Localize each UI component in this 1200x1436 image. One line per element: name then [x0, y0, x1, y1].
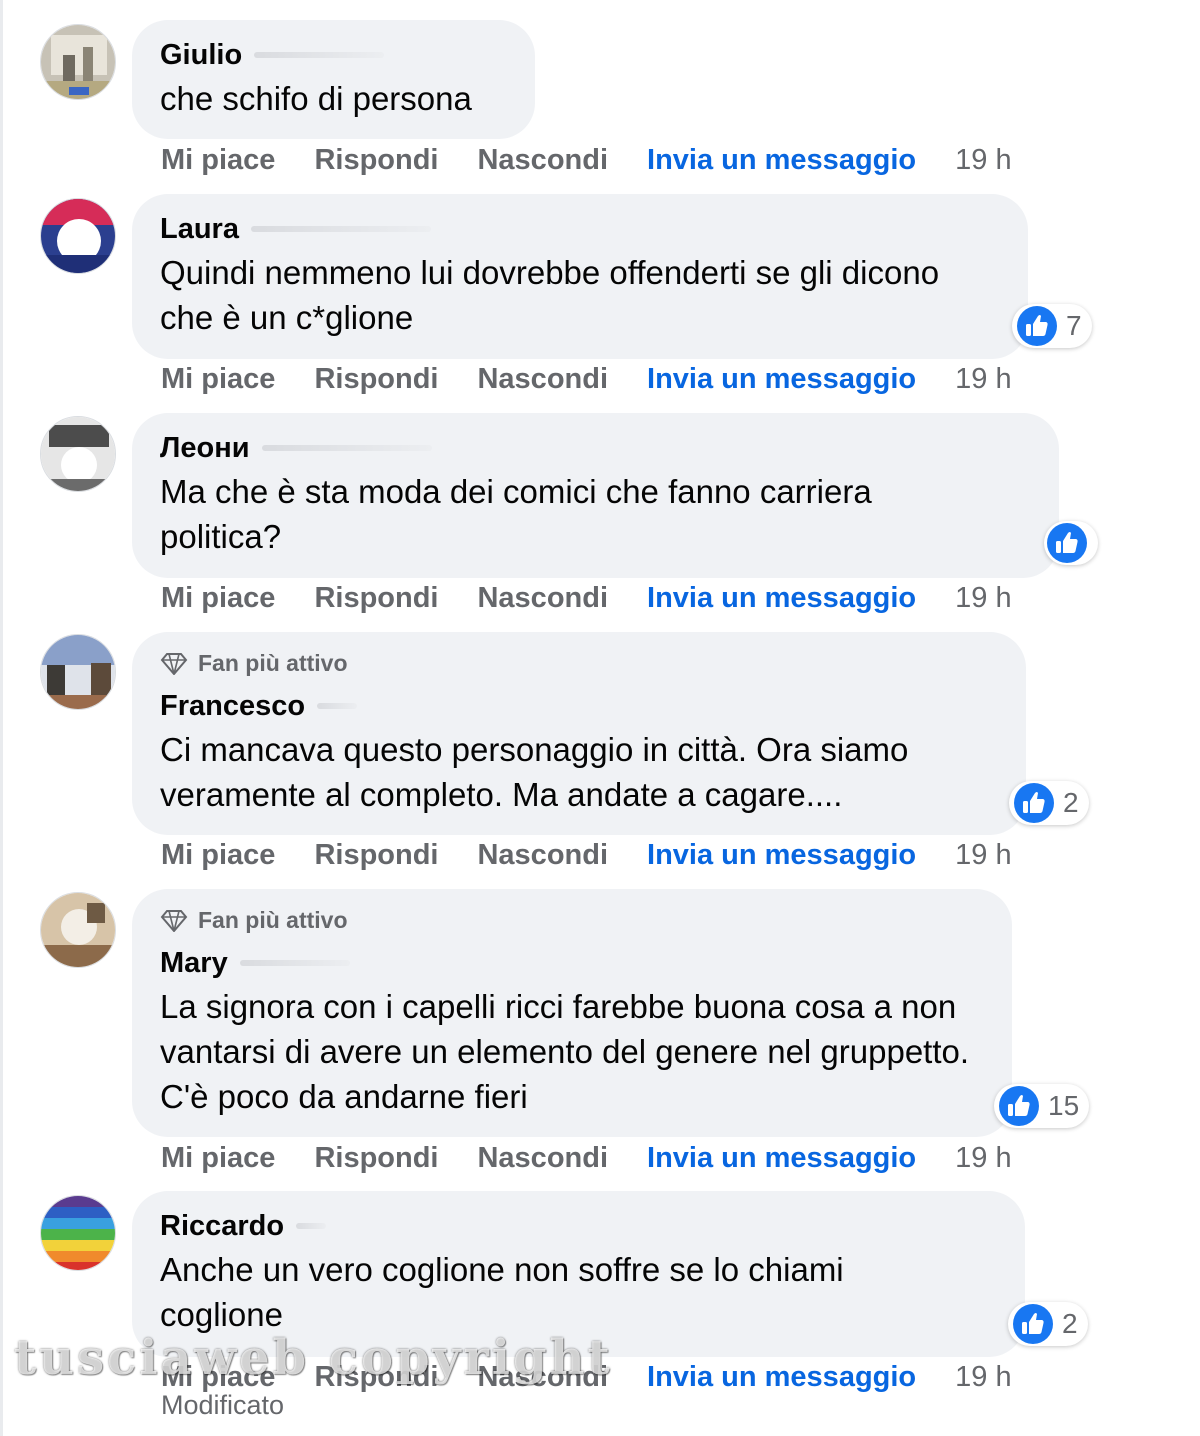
comment-author[interactable]: Mary — [160, 946, 984, 980]
comment-actions: Mi piace Rispondi Nascondi Invia un mess… — [161, 1361, 1012, 1394]
reaction-count[interactable] — [1044, 521, 1098, 565]
like-button[interactable]: Mi piace — [161, 582, 275, 615]
comment-text: Ci mancava questo personaggio in città. … — [160, 731, 909, 813]
comment-actions: Mi piace Rispondi Nascondi Invia un mess… — [161, 582, 1012, 615]
top-fan-badge: Fan più attivo — [160, 650, 998, 677]
reply-button[interactable]: Rispondi — [314, 839, 438, 872]
edited-label: Modificato — [161, 1390, 285, 1420]
comment-timestamp[interactable]: 19 h — [955, 144, 1011, 177]
avatar[interactable] — [40, 892, 116, 968]
left-divider — [0, 0, 3, 1436]
like-button[interactable]: Mi piace — [161, 144, 275, 177]
badge-label: Fan più attivo — [198, 650, 348, 676]
comment-timestamp[interactable]: 19 h — [955, 363, 1011, 396]
like-count: 2 — [1063, 787, 1079, 818]
comment-actions: Mi piace Rispondi Nascondi Invia un mess… — [161, 839, 1012, 872]
send-message-link[interactable]: Invia un messaggio — [647, 144, 916, 177]
top-fan-badge: Fan più attivo — [160, 907, 984, 934]
comment-author[interactable]: Riccardo — [160, 1209, 997, 1243]
comment-author[interactable]: Francesco — [160, 689, 998, 723]
hide-button[interactable]: Nascondi — [477, 582, 608, 615]
comment-text: Ma che è sta moda dei comici che fanno c… — [160, 473, 872, 555]
thumbs-up-icon — [999, 1086, 1039, 1126]
diamond-icon — [160, 652, 188, 675]
comment-actions: Mi piace Rispondi Nascondi Invia un mess… — [161, 363, 1012, 396]
reply-button[interactable]: Rispondi — [314, 363, 438, 396]
avatar[interactable] — [40, 634, 116, 710]
hide-button[interactable]: Nascondi — [477, 363, 608, 396]
reply-button[interactable]: Rispondi — [314, 582, 438, 615]
comment-actions: Mi piace Rispondi Nascondi Invia un mess… — [161, 144, 1012, 177]
like-button[interactable]: Mi piace — [161, 363, 275, 396]
comment-text: La signora con i capelli ricci farebbe b… — [160, 988, 970, 1115]
avatar[interactable] — [40, 416, 116, 492]
comment-timestamp[interactable]: 19 h — [955, 1361, 1011, 1394]
reaction-count[interactable]: 2 — [1009, 781, 1089, 825]
send-message-link[interactable]: Invia un messaggio — [647, 582, 916, 615]
hide-button[interactable]: Nascondi — [477, 1142, 608, 1175]
comment-bubble: Fan più attivo Mary La signora con i cap… — [132, 889, 1012, 1137]
comment-text: Quindi nemmeno lui dovrebbe offenderti s… — [160, 254, 940, 336]
comment-actions: Mi piace Rispondi Nascondi Invia un mess… — [161, 1142, 1012, 1175]
diamond-icon — [160, 909, 188, 932]
send-message-link[interactable]: Invia un messaggio — [647, 363, 916, 396]
hide-button[interactable]: Nascondi — [477, 1361, 608, 1394]
reaction-count[interactable]: 2 — [1008, 1302, 1088, 1346]
comment-text: che schifo di persona — [160, 80, 472, 117]
thumbs-up-icon — [1014, 783, 1054, 823]
send-message-link[interactable]: Invia un messaggio — [647, 1361, 916, 1394]
thumbs-up-icon — [1017, 306, 1057, 346]
previous-comment-cutoff — [130, 0, 910, 6]
like-count: 15 — [1048, 1090, 1080, 1121]
hide-button[interactable]: Nascondi — [477, 144, 608, 177]
like-count: 7 — [1066, 310, 1082, 341]
reply-button[interactable]: Rispondi — [314, 144, 438, 177]
comment-bubble: Giulio che schifo di persona — [132, 20, 535, 139]
badge-label: Fan più attivo — [198, 907, 348, 933]
comment-author[interactable]: Giulio — [160, 38, 507, 72]
comment-bubble: Fan più attivo Francesco Ci mancava ques… — [132, 632, 1026, 835]
reaction-count[interactable]: 7 — [1012, 304, 1092, 348]
hide-button[interactable]: Nascondi — [477, 839, 608, 872]
comment-bubble: Леони Ma che è sta moda dei comici che f… — [132, 413, 1059, 578]
comment-bubble: Laura Quindi nemmeno lui dovrebbe offend… — [132, 194, 1028, 359]
comment-author[interactable]: Леони — [160, 431, 1031, 465]
reply-button[interactable]: Rispondi — [314, 1361, 438, 1394]
like-count: 2 — [1062, 1308, 1078, 1339]
avatar[interactable] — [40, 198, 116, 274]
comment-timestamp[interactable]: 19 h — [955, 582, 1011, 615]
like-button[interactable]: Mi piace — [161, 1142, 275, 1175]
comment-timestamp[interactable]: 19 h — [955, 1142, 1011, 1175]
reaction-count[interactable]: 15 — [994, 1084, 1090, 1128]
reply-button[interactable]: Rispondi — [314, 1142, 438, 1175]
comment-author[interactable]: Laura — [160, 212, 1000, 246]
avatar[interactable] — [40, 24, 116, 100]
like-button[interactable]: Mi piace — [161, 839, 275, 872]
comment-timestamp[interactable]: 19 h — [955, 839, 1011, 872]
comment-text: Anche un vero coglione non soffre se lo … — [160, 1251, 844, 1333]
thumbs-up-icon — [1013, 1304, 1053, 1344]
send-message-link[interactable]: Invia un messaggio — [647, 839, 916, 872]
send-message-link[interactable]: Invia un messaggio — [647, 1142, 916, 1175]
comment-bubble: Riccardo Anche un vero coglione non soff… — [132, 1191, 1025, 1357]
thumbs-up-icon — [1047, 523, 1087, 563]
avatar[interactable] — [40, 1195, 116, 1271]
